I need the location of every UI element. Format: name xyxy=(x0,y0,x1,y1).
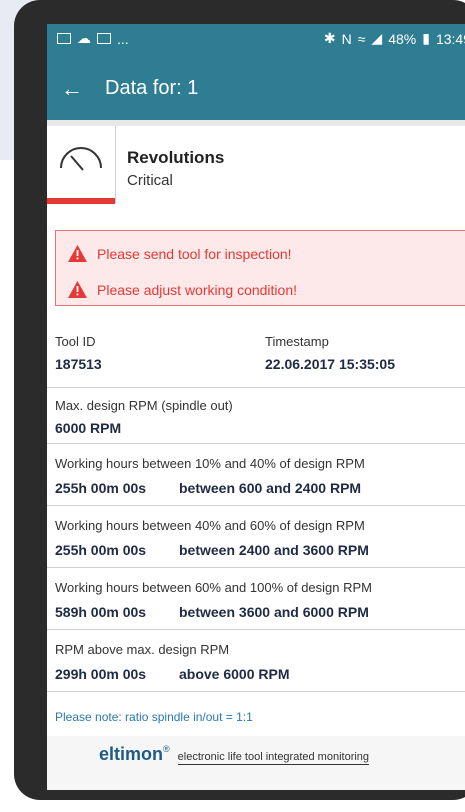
warning-icon xyxy=(68,281,87,298)
tablet-frame: ☁ ... ✱ N ≈ ◢ 48% ▮ 13:49 ← Data for: 1 xyxy=(14,0,465,800)
gauge-icon xyxy=(60,147,102,171)
tool-id-value: 187513 xyxy=(55,356,102,372)
tool-info-row: Tool ID 187513 Timestamp 22.06.2017 15:3… xyxy=(47,324,465,388)
app-header: ☁ ... ✱ N ≈ ◢ 48% ▮ 13:49 ← Data for: 1 xyxy=(47,24,465,120)
hours-value: 299h 00m 00s xyxy=(55,666,147,682)
alert-text: Please adjust working condition! xyxy=(97,281,298,298)
sensor-name: Revolutions xyxy=(127,148,225,167)
gauge-icon-box xyxy=(47,126,116,203)
battery-percent: 48% xyxy=(388,30,417,47)
hours-value: 255h 00m 00s xyxy=(55,480,147,496)
hours-row: Working hours between 60% and 100% of de… xyxy=(47,568,465,630)
rpm-range: above 6000 RPM xyxy=(179,666,290,682)
hours-label: Working hours between 40% and 60% of des… xyxy=(55,518,365,533)
image-notification-icon xyxy=(57,33,71,44)
rpm-range: between 600 and 2400 RPM xyxy=(179,480,362,496)
alert-item: Please adjust working condition! xyxy=(68,281,297,298)
hours-value: 589h 00m 00s xyxy=(55,604,147,620)
more-notifications: ... xyxy=(117,30,129,47)
status-bar: ☁ ... ✱ N ≈ ◢ 48% ▮ 13:49 xyxy=(47,24,465,52)
timestamp-label: Timestamp xyxy=(265,334,329,349)
hours-row: Working hours between 10% and 40% of des… xyxy=(47,444,465,506)
bluetooth-icon: ✱ xyxy=(323,30,336,46)
signal-icon: ◢ xyxy=(371,30,383,46)
alert-box: Please send tool for inspection! Please … xyxy=(55,230,465,306)
hours-label: Working hours between 60% and 100% of de… xyxy=(55,580,373,595)
hours-row: Working hours between 40% and 60% of des… xyxy=(47,506,465,568)
sensor-tile[interactable]: Revolutions Critical xyxy=(47,126,465,232)
eltimon-logo: eltimon® electronic life tool integrated… xyxy=(99,744,370,765)
logo-tagline: electronic life tool integrated monitori… xyxy=(177,751,370,765)
critical-indicator xyxy=(47,198,115,204)
clock: 13:49 xyxy=(435,30,465,47)
registered-mark: ® xyxy=(163,744,170,754)
hours-value: 255h 00m 00s xyxy=(55,542,147,558)
mail-notification-icon xyxy=(97,33,111,44)
logo-wordmark: eltimon® xyxy=(99,744,170,765)
logo-brand: eltimon xyxy=(99,744,164,764)
alert-text: Please send tool for inspection! xyxy=(97,245,292,262)
alert-item: Please send tool for inspection! xyxy=(68,245,292,262)
timestamp-value: 22.06.2017 15:35:05 xyxy=(265,356,395,372)
wifi-icon: ≈ xyxy=(357,30,366,47)
tool-id-label: Tool ID xyxy=(55,334,96,349)
hours-label: Working hours between 10% and 40% of des… xyxy=(55,456,365,471)
battery-icon: ▮ xyxy=(422,30,430,46)
rpm-range: between 3600 and 6000 RPM xyxy=(179,604,369,620)
design-rpm-value: 6000 RPM xyxy=(55,420,122,436)
warning-icon xyxy=(68,245,87,262)
device-screen: ☁ ... ✱ N ≈ ◢ 48% ▮ 13:49 ← Data for: 1 xyxy=(47,24,465,790)
rpm-range: between 2400 and 3600 RPM xyxy=(179,542,369,558)
page-title: Data for: 1 xyxy=(105,77,199,99)
nfc-icon: N xyxy=(341,30,352,47)
hours-row: RPM above max. design RPM 299h 00m 00s a… xyxy=(47,630,465,692)
design-rpm-row: Max. design RPM (spindle out) 6000 RPM xyxy=(47,388,465,444)
hours-label: RPM above max. design RPM xyxy=(55,642,230,657)
back-arrow-icon[interactable]: ← xyxy=(61,76,83,102)
sensor-status: Critical xyxy=(127,172,173,189)
weather-notification-icon: ☁ xyxy=(77,30,91,46)
design-rpm-label: Max. design RPM (spindle out) xyxy=(55,398,233,413)
ratio-note: Please note: ratio spindle in/out = 1:1 xyxy=(55,710,253,724)
